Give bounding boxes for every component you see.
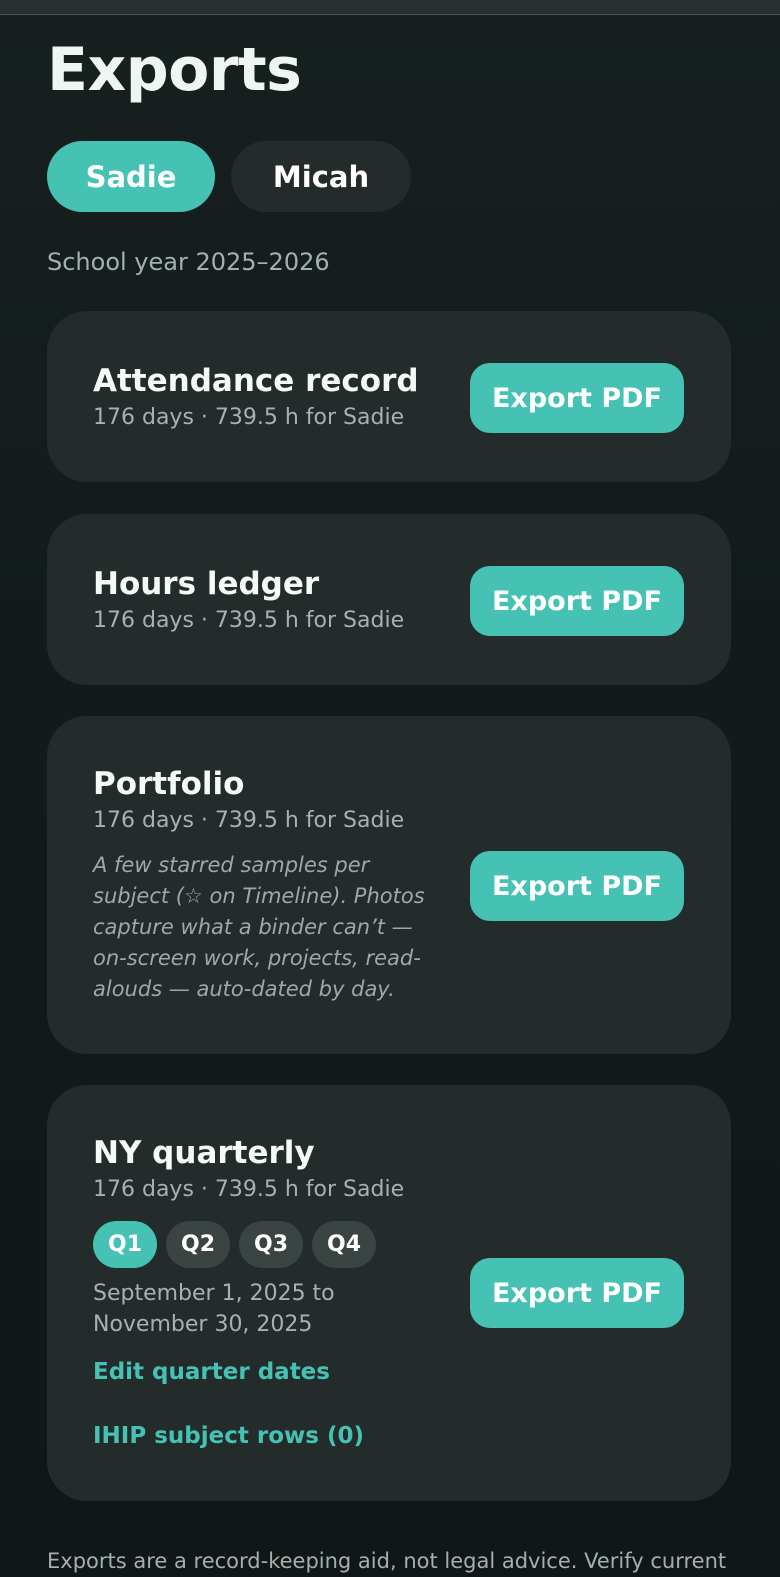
tab-micah[interactable]: Micah <box>231 141 411 212</box>
portfolio-card: Portfolio 176 days · 739.5 h for Sadie A… <box>47 716 731 1054</box>
quarter-chip-q1[interactable]: Q1 <box>93 1221 158 1268</box>
edit-quarter-dates-link[interactable]: Edit quarter dates <box>93 1357 330 1387</box>
quarter-chip-q3[interactable]: Q3 <box>239 1221 304 1268</box>
student-tabs: Sadie Micah <box>47 141 411 212</box>
attendance-export-button[interactable]: Export PDF <box>470 363 684 433</box>
footer-disclaimer: Exports are a record-keeping aid, not le… <box>47 1549 727 1573</box>
ihip-subject-rows-link[interactable]: IHIP subject rows (0) <box>93 1421 364 1451</box>
quarter-chip-q2[interactable]: Q2 <box>166 1221 231 1268</box>
portfolio-card-body: Portfolio 176 days · 739.5 h for Sadie A… <box>93 764 433 1005</box>
hours-card-body: Hours ledger 176 days · 739.5 h for Sadi… <box>93 564 433 636</box>
quarterly-title: NY quarterly <box>93 1135 315 1171</box>
tab-sadie[interactable]: Sadie <box>47 141 215 212</box>
hours-meta: 176 days · 739.5 h for Sadie <box>93 608 405 633</box>
attendance-card: Attendance record 176 days · 739.5 h for… <box>47 311 731 482</box>
page-title: Exports <box>47 35 302 105</box>
quarterly-card-body: NY quarterly 176 days · 739.5 h for Sadi… <box>93 1133 433 1451</box>
attendance-title: Attendance record <box>93 363 419 399</box>
attendance-card-body: Attendance record 176 days · 739.5 h for… <box>93 361 433 433</box>
quarter-selector: Q1 Q2 Q3 Q4 <box>93 1221 433 1268</box>
quarter-date-range: September 1, 2025 to November 30, 2025 <box>93 1281 335 1337</box>
hours-export-button[interactable]: Export PDF <box>470 566 684 636</box>
portfolio-export-button[interactable]: Export PDF <box>470 851 684 921</box>
quarterly-export-button[interactable]: Export PDF <box>470 1258 684 1328</box>
hours-title: Hours ledger <box>93 566 320 602</box>
top-bar <box>0 0 780 15</box>
attendance-meta: 176 days · 739.5 h for Sadie <box>93 405 405 430</box>
quarter-chip-q4[interactable]: Q4 <box>312 1221 377 1268</box>
school-year-label: School year 2025–2026 <box>47 248 330 276</box>
portfolio-title: Portfolio <box>93 766 245 802</box>
quarterly-meta: 176 days · 739.5 h for Sadie <box>93 1177 405 1202</box>
portfolio-description: A few starred samples per subject (☆ on … <box>93 853 425 1001</box>
portfolio-meta: 176 days · 739.5 h for Sadie <box>93 808 405 833</box>
ny-quarterly-card: NY quarterly 176 days · 739.5 h for Sadi… <box>47 1085 731 1501</box>
hours-ledger-card: Hours ledger 176 days · 739.5 h for Sadi… <box>47 514 731 685</box>
